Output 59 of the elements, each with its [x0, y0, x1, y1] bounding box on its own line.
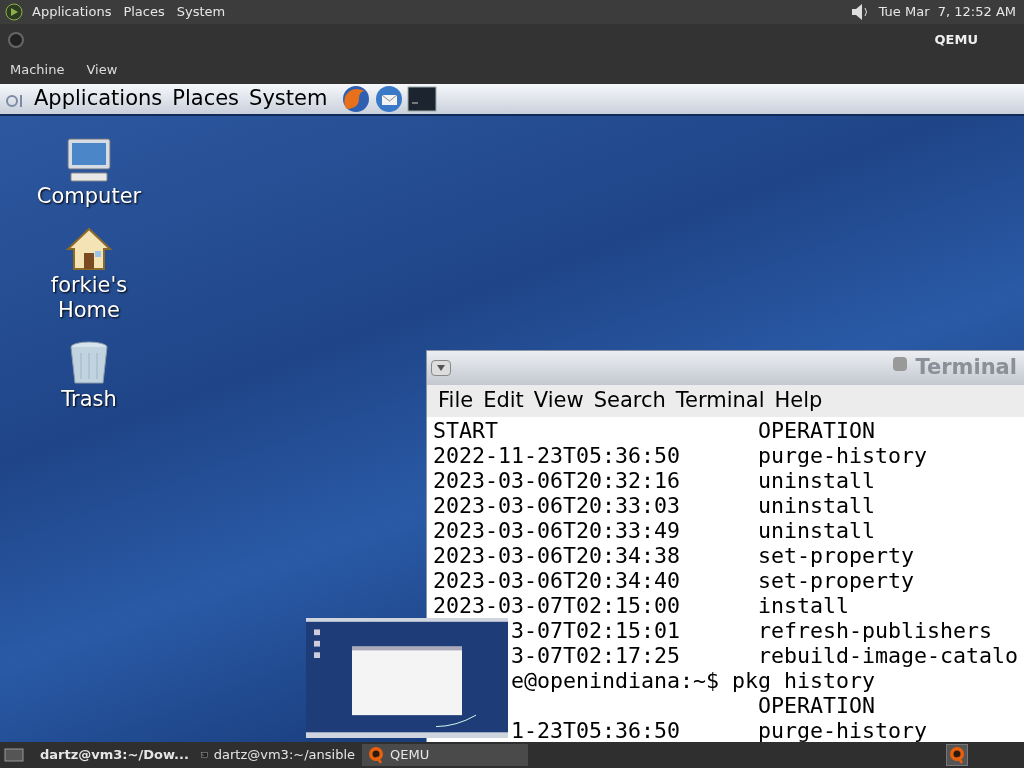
- terminal-text: rebuild-image-catalo: [758, 643, 1018, 668]
- terminal-text: set-property: [758, 568, 914, 593]
- computer-icon: [65, 136, 113, 184]
- terminal-icon[interactable]: [407, 86, 438, 112]
- menu-item[interactable]: Help: [774, 385, 823, 417]
- terminal-text: 2023-03-06T20:33:03: [433, 493, 680, 518]
- terminal-text: 2023-03-06T20:34:38: [433, 543, 680, 568]
- desktop-icon-label[interactable]: forkie's Home: [34, 273, 144, 323]
- terminal-text: START: [433, 418, 498, 443]
- caret-icon: [437, 365, 445, 371]
- terminal-text: uninstall: [758, 518, 875, 543]
- menu-item[interactable]: Edit: [483, 385, 524, 417]
- terminal-text: uninstall: [758, 468, 875, 493]
- window-title: QEMU: [934, 31, 978, 50]
- terminal-text: set-property: [758, 543, 914, 568]
- desktop-icon-label[interactable]: Trash: [34, 387, 144, 412]
- terminal-text: purge-history: [758, 718, 927, 742]
- terminal-text: purge-history: [758, 443, 927, 468]
- terminal-text: 1-23T05:36:50: [511, 718, 680, 742]
- clock[interactable]: Tue Mar 7, 12:52 AM: [878, 2, 1016, 22]
- show-desktop-icon[interactable]: [4, 746, 24, 764]
- menu-item[interactable]: Machine: [10, 60, 65, 80]
- terminal-text: 3-07T02:17:25: [511, 643, 680, 668]
- mail-icon[interactable]: [374, 84, 405, 114]
- terminal-text: 2023-03-06T20:33:49: [433, 518, 680, 543]
- panel-menu[interactable]: Applications: [32, 2, 112, 22]
- window-title: Terminal: [915, 354, 1017, 382]
- menu-item[interactable]: View: [533, 385, 584, 417]
- spinner-icon: [8, 32, 24, 48]
- menu-item[interactable]: Search: [593, 385, 666, 417]
- terminal-text: OPERATION: [758, 418, 875, 443]
- logo-icon[interactable]: [4, 2, 24, 22]
- window-icon: [893, 357, 908, 371]
- panel-menu[interactable]: System: [176, 2, 226, 22]
- terminal-text: 2023-03-07T02:15:00: [433, 593, 680, 618]
- window-menu-button[interactable]: [431, 360, 451, 376]
- panel-menu[interactable]: Applications: [34, 83, 163, 115]
- tray-button[interactable]: [946, 744, 968, 766]
- terminal-text: uninstall: [758, 493, 875, 518]
- panel-menu[interactable]: Places: [123, 2, 165, 22]
- menu-item[interactable]: File: [438, 385, 474, 417]
- terminal-icon: [201, 749, 208, 761]
- taskbar-button[interactable]: QEMU: [362, 744, 528, 766]
- terminal-text: install: [758, 593, 849, 618]
- menu-item[interactable]: Terminal: [675, 385, 765, 417]
- qemu-icon: [368, 746, 384, 764]
- terminal-text: OPERATION: [758, 693, 875, 718]
- terminal-text: refresh-publishers: [758, 618, 992, 643]
- qemu-icon: [949, 746, 965, 764]
- house-icon: [65, 225, 113, 273]
- panel-menu[interactable]: Places: [172, 83, 240, 115]
- panel-menu[interactable]: System: [249, 83, 328, 115]
- terminal-text: 2022-11-23T05:36:50: [433, 443, 680, 468]
- terminal-text: e@openindiana:~$ pkg history: [511, 668, 875, 693]
- terminal-text: 2023-03-06T20:32:16: [433, 468, 680, 493]
- terminal-text: 3-07T02:15:01: [511, 618, 680, 643]
- desktop-icon-label[interactable]: Computer: [34, 184, 144, 209]
- terminal-text: 2023-03-06T20:34:40: [433, 568, 680, 593]
- menu-item[interactable]: View: [86, 60, 118, 80]
